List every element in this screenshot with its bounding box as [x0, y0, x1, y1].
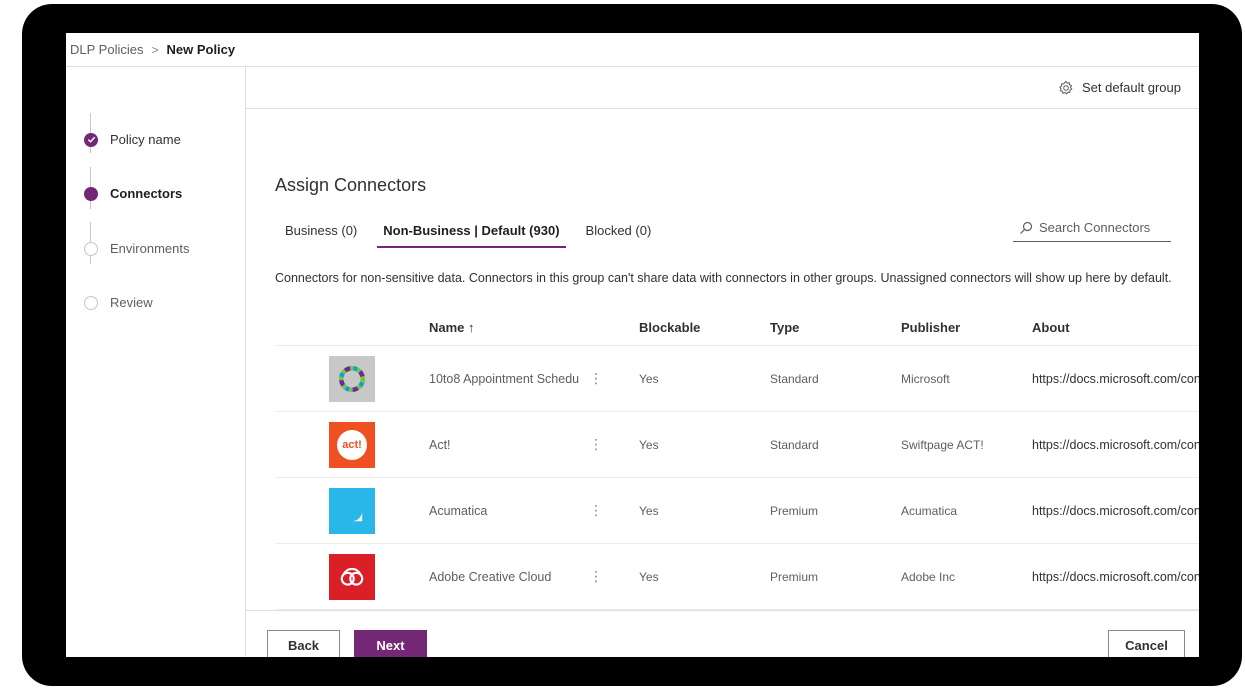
10to8-icon [329, 355, 375, 402]
publisher-value: Acumatica [901, 503, 958, 518]
connector-icon-cell: act! [275, 421, 429, 468]
more-options-icon[interactable]: ⋮ [579, 436, 639, 453]
more-options-icon[interactable]: ⋮ [579, 370, 639, 387]
blockable-value: Yes [639, 503, 659, 518]
search-box[interactable] [1013, 214, 1171, 242]
back-button[interactable]: Back [267, 630, 340, 657]
more-options-icon[interactable]: ⋮ [579, 502, 639, 519]
connector-group-tabs: Business (0) Non-Business | Default (930… [275, 215, 667, 248]
table-row[interactable]: Acumatica ⋮ Yes Premium Acumatica https:… [275, 478, 1199, 544]
connector-icon-cell [275, 553, 429, 600]
blockable-value: Yes [639, 371, 659, 386]
table-row[interactable]: 10to8 Appointment Scheduling ⋮ Yes Stand… [275, 346, 1199, 412]
about-link[interactable]: https://docs.microsoft.com/connectors [1032, 438, 1199, 452]
type-value: Standard [770, 437, 819, 452]
connector-icon-cell [275, 487, 429, 534]
step-active-dot-icon [84, 186, 98, 201]
type-value: Premium [770, 569, 819, 584]
step-label: Review [110, 295, 153, 310]
wizard-footer: Back Next Cancel [246, 610, 1199, 657]
column-header-type[interactable]: Type [770, 320, 901, 335]
breadcrumb-separator: > [151, 42, 159, 57]
gear-icon [1059, 80, 1073, 95]
step-policy-name[interactable]: Policy name [84, 132, 181, 147]
act-logo-text: act! [337, 429, 367, 460]
publisher-value: Adobe Inc [901, 569, 956, 584]
breadcrumb: DLP Policies > New Policy [66, 33, 1199, 67]
step-label: Environments [110, 241, 190, 256]
app-window: DLP Policies > New Policy Policy name Co… [66, 33, 1199, 657]
connector-name[interactable]: Adobe Creative Cloud [429, 570, 579, 584]
connector-icon-cell [275, 355, 429, 402]
breadcrumb-current: New Policy [166, 42, 236, 57]
step-connectors[interactable]: Connectors [84, 186, 182, 201]
step-review[interactable]: Review [84, 295, 153, 310]
act-icon: act! [329, 421, 375, 468]
table-row[interactable]: Adobe Creative Cloud ⋮ Yes Premium Adobe… [275, 544, 1199, 610]
check-icon [84, 132, 98, 147]
step-pending-dot-icon [84, 295, 98, 310]
search-icon [1020, 221, 1033, 234]
connector-name[interactable]: 10to8 Appointment Scheduling [429, 372, 579, 386]
wizard-stepper: Policy name Connectors Environments Revi… [66, 67, 246, 657]
column-header-name[interactable]: Name ↑ [429, 320, 579, 335]
about-link[interactable]: https://docs.microsoft.com/connectors [1032, 504, 1199, 518]
search-input[interactable] [1039, 220, 1169, 235]
set-default-group-label: Set default group [1081, 80, 1181, 95]
cancel-button[interactable]: Cancel [1108, 630, 1185, 657]
step-label: Policy name [110, 132, 181, 147]
main-panel: Set default group Assign Connectors Busi… [246, 67, 1199, 657]
column-header-about[interactable]: About [1032, 320, 1199, 335]
publisher-value: Microsoft [901, 371, 950, 386]
acumatica-icon [329, 487, 375, 534]
table-header: Name ↑ Blockable Type Publisher About [275, 310, 1199, 346]
about-link[interactable]: https://docs.microsoft.com/connectors [1032, 570, 1199, 584]
step-pending-dot-icon [84, 241, 98, 256]
group-description: Connectors for non-sensitive data. Conne… [275, 271, 1172, 285]
breadcrumb-dlp-policies[interactable]: DLP Policies [70, 42, 143, 57]
next-button[interactable]: Next [354, 630, 427, 657]
blockable-value: Yes [639, 437, 659, 452]
step-label: Connectors [110, 186, 183, 201]
about-link[interactable]: https://docs.microsoft.com/connectors [1032, 372, 1199, 386]
more-options-icon[interactable]: ⋮ [579, 568, 639, 585]
connector-name[interactable]: Acumatica [429, 504, 579, 518]
publisher-value: Swiftpage ACT! [901, 437, 984, 452]
page-title: Assign Connectors [275, 175, 427, 195]
tab-non-business[interactable]: Non-Business | Default (930) [373, 215, 569, 248]
blockable-value: Yes [639, 569, 659, 584]
connector-name[interactable]: Act! [429, 438, 579, 452]
connectors-table: Name ↑ Blockable Type Publisher About 10… [275, 310, 1199, 610]
command-bar: Set default group [246, 67, 1199, 109]
table-row[interactable]: act! Act! ⋮ Yes Standard Swiftpage ACT! … [275, 412, 1199, 478]
column-header-publisher[interactable]: Publisher [901, 320, 1032, 335]
type-value: Standard [770, 371, 819, 386]
step-environments[interactable]: Environments [84, 241, 189, 256]
adobe-creative-cloud-icon [329, 553, 375, 600]
type-value: Premium [770, 503, 819, 518]
tab-business[interactable]: Business (0) [275, 215, 367, 248]
tab-blocked[interactable]: Blocked (0) [576, 215, 662, 248]
column-header-blockable[interactable]: Blockable [639, 320, 770, 335]
set-default-group-button[interactable]: Set default group [1058, 80, 1181, 96]
